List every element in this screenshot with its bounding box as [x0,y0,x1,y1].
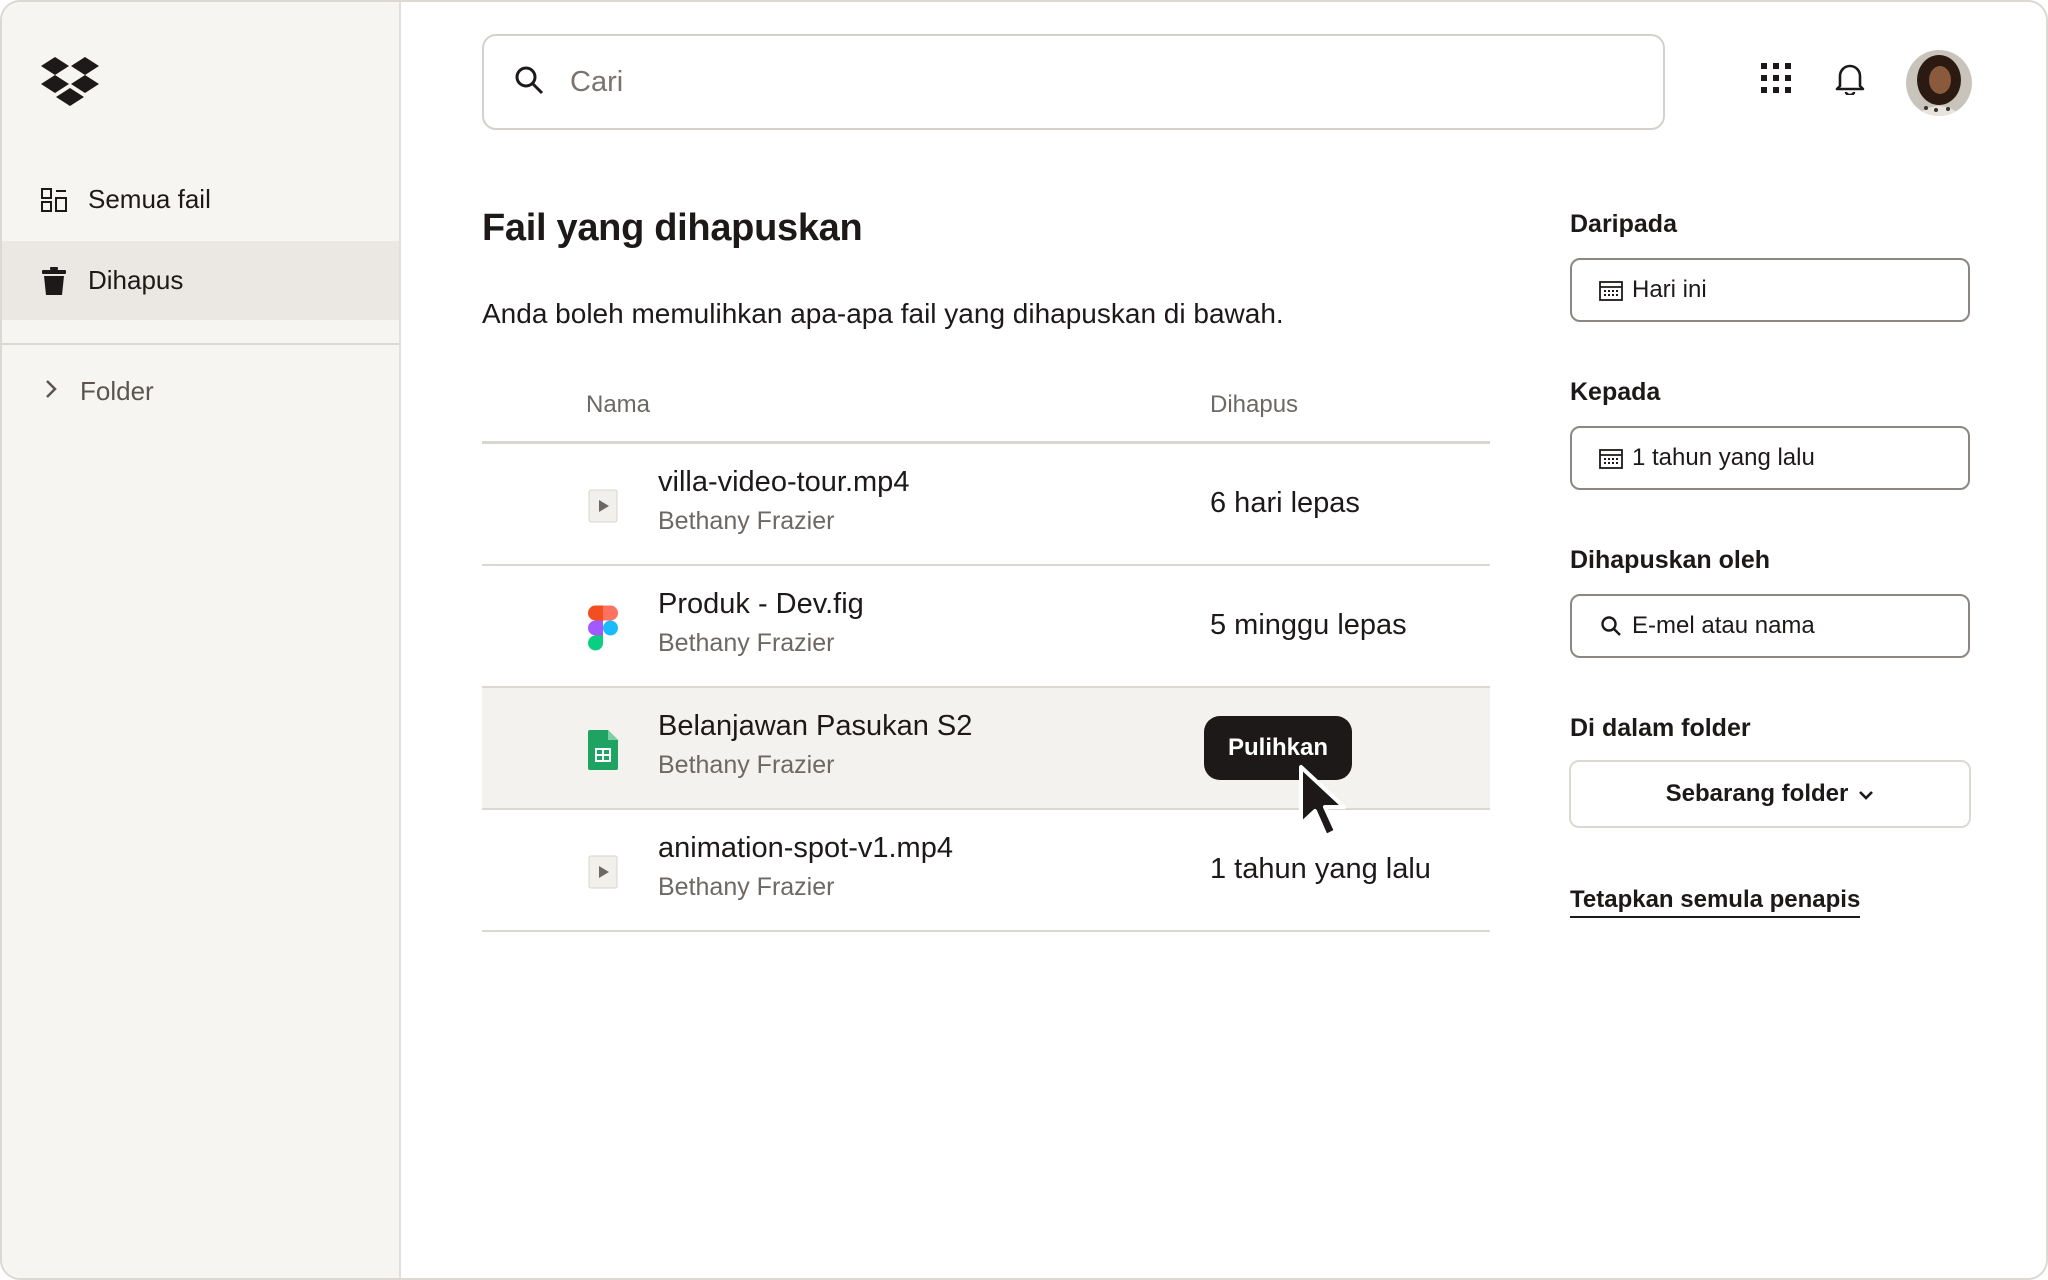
file-name[interactable]: animation-spot-v1.mp4 [658,832,953,865]
sidebar-item-deleted[interactable]: Dihapus [2,241,399,320]
folder-select-value: Sebarang folder [1665,780,1849,807]
bell-icon[interactable] [1832,60,1868,96]
calendar-icon [1598,445,1624,471]
spreadsheet-file-icon [588,730,618,770]
avatar[interactable] [1906,50,1972,116]
table-row[interactable]: villa-video-tour.mp4 Bethany Frazier 6 h… [482,444,1490,566]
search-icon [514,65,544,100]
deleted-time: 6 hari lepas [1210,487,1360,519]
table-row[interactable]: animation-spot-v1.mp4 Bethany Frazier 1 … [482,810,1490,932]
sidebar-divider [2,343,399,345]
filter-deleted-by-label: Dihapuskan oleh [1570,546,1771,574]
file-owner: Bethany Frazier [658,507,835,535]
sidebar-item-folder[interactable]: Folder [2,361,399,421]
deleted-files-table: Nama Dihapus villa-video-tour.mp4 Bethan… [482,382,1490,932]
file-name[interactable]: villa-video-tour.mp4 [658,466,909,499]
file-owner: Bethany Frazier [658,873,835,901]
chevron-right-icon[interactable] [44,376,58,407]
apps-grid-icon[interactable] [1758,60,1794,96]
file-name[interactable]: Produk - Dev.fig [658,588,864,621]
deleted-by-field[interactable]: E-mel atau nama [1570,594,1970,658]
search-bar[interactable] [482,34,1665,130]
deleted-by-placeholder: E-mel atau nama [1632,612,1815,639]
folder-select[interactable]: Sebarang folder [1569,760,1971,828]
folder-label: Folder [80,375,154,406]
file-owner: Bethany Frazier [658,629,835,657]
search-icon [1598,613,1624,639]
table-header: Nama Dihapus [482,382,1490,444]
calendar-icon [1598,277,1624,303]
video-file-icon [588,486,618,526]
dropbox-logo-icon[interactable] [40,56,100,106]
reset-filters-link[interactable]: Tetapkan semula penapis [1570,886,1861,918]
column-header-name[interactable]: Nama [586,391,650,419]
page-title: Fail yang dihapuskan [482,207,863,249]
grid-layout-icon [40,186,68,214]
app-window: Semua fail Dihapus Folder Cari Fail yang… [0,0,2048,1280]
file-owner: Bethany Frazier [658,751,835,779]
to-date-field[interactable]: 1 tahun yang lalu [1570,426,1970,490]
search-input[interactable] [570,65,1570,99]
chevron-down-icon [1858,780,1874,808]
page-description: Anda boleh memulihkan apa-apa fail yang … [482,298,1284,329]
table-row[interactable]: Belanjawan Pasukan S2 Bethany Frazier Pu… [482,688,1490,810]
from-date-field[interactable]: Hari ini [1570,258,1970,322]
video-file-icon [588,852,618,892]
file-name[interactable]: Belanjawan Pasukan S2 [658,710,972,743]
filter-from-label: Daripada [1570,210,1677,238]
sidebar: Semua fail Dihapus Folder [2,2,401,1278]
sidebar-item-label: Semua fail [88,184,211,214]
filter-to-label: Kepada [1570,378,1661,406]
figma-file-icon [588,605,618,651]
deleted-time: 1 tahun yang lalu [1210,853,1431,885]
table-row[interactable]: Produk - Dev.fig Bethany Frazier 5 mingg… [482,566,1490,688]
sidebar-item-all-files[interactable]: Semua fail [2,160,399,239]
sidebar-item-label: Dihapus [88,265,184,295]
deleted-time: 5 minggu lepas [1210,609,1407,641]
trash-icon [40,266,68,295]
restore-button[interactable]: Pulihkan [1204,716,1353,780]
to-date-value: 1 tahun yang lalu [1632,444,1815,471]
filter-folder-label: Di dalam folder [1570,714,1751,742]
from-date-value: Hari ini [1632,276,1707,303]
column-header-deleted[interactable]: Dihapus [1210,391,1298,419]
